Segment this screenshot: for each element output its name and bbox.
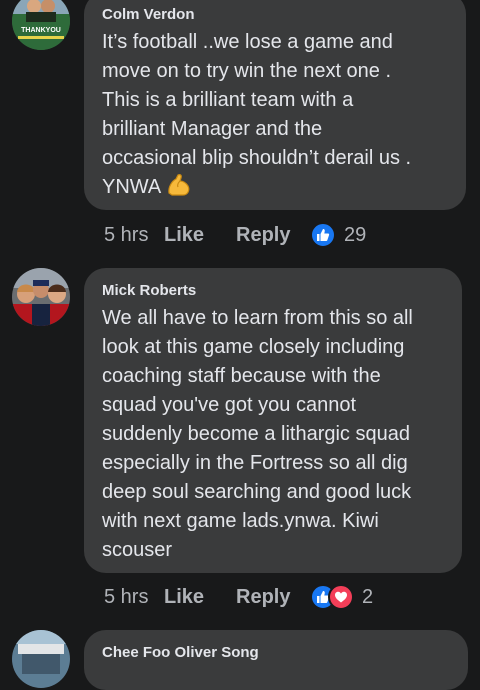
comment-line: deep soul searching and good luck xyxy=(102,481,412,503)
avatar-image xyxy=(12,630,70,688)
comment-line: brilliant Manager and the xyxy=(102,118,323,140)
comment-bubble: Mick Roberts We all have to learn from t… xyxy=(84,268,462,573)
avatar-image: THANKYOU xyxy=(12,0,70,50)
like-reaction-icon[interactable] xyxy=(310,222,336,248)
comment-line: especially in the Fortress so all dig xyxy=(102,452,408,474)
comment-line-last: YNWA xyxy=(102,173,450,206)
love-reaction-icon[interactable] xyxy=(328,584,354,610)
comment-line: We all have to learn from this so all xyxy=(102,307,413,329)
reaction-count[interactable]: 29 xyxy=(344,224,366,247)
comment-line: occasional blip shouldn’t derail us . xyxy=(102,147,412,169)
comment-line: It’s football ..we lose a game and xyxy=(102,31,393,53)
comment-line: squad you've got you cannot xyxy=(102,394,357,416)
like-button[interactable]: Like xyxy=(164,586,236,609)
timestamp[interactable]: 5 hrs xyxy=(104,586,164,609)
comment-line: look at this game closely including xyxy=(102,336,405,358)
comment-line: with next game lads.ynwa. Kiwi xyxy=(102,510,379,532)
comment-line: This is a brilliant team with a xyxy=(102,89,354,111)
comment-line: scouser xyxy=(102,539,173,561)
like-button[interactable]: Like xyxy=(164,224,236,247)
flexed-biceps-icon xyxy=(166,173,192,206)
comment-meta: 5 hrs Like Reply 29 xyxy=(104,221,366,249)
comment-bubble: Chee Foo Oliver Song xyxy=(84,630,468,690)
comment-line: move on to try win the next one . xyxy=(102,60,392,82)
comment-text: It’s football ..we lose a game and move … xyxy=(102,28,450,206)
reply-button[interactable]: Reply xyxy=(236,586,310,609)
avatar-caption: THANKYOU xyxy=(21,27,61,34)
comment-bubble: Colm Verdon It’s football ..we lose a ga… xyxy=(84,0,466,210)
comment-line: suddenly become a lithargic squad xyxy=(102,423,410,445)
comment-text: We all have to learn from this so all lo… xyxy=(102,304,446,565)
avatar[interactable] xyxy=(12,268,70,326)
reply-button[interactable]: Reply xyxy=(236,224,310,247)
avatar[interactable] xyxy=(12,630,70,688)
avatar-image xyxy=(12,268,70,326)
reaction-count[interactable]: 2 xyxy=(362,586,373,609)
comment-author[interactable]: Chee Foo Oliver Song xyxy=(102,644,452,662)
avatar[interactable]: THANKYOU xyxy=(12,0,70,50)
comment-meta: 5 hrs Like Reply 2 xyxy=(104,583,373,611)
comment-line: YNWA xyxy=(102,176,161,198)
comment-line: coaching staff because with the xyxy=(102,365,381,387)
comment-author[interactable]: Colm Verdon xyxy=(102,6,450,24)
comment-author[interactable]: Mick Roberts xyxy=(102,282,446,300)
timestamp[interactable]: 5 hrs xyxy=(104,224,164,247)
